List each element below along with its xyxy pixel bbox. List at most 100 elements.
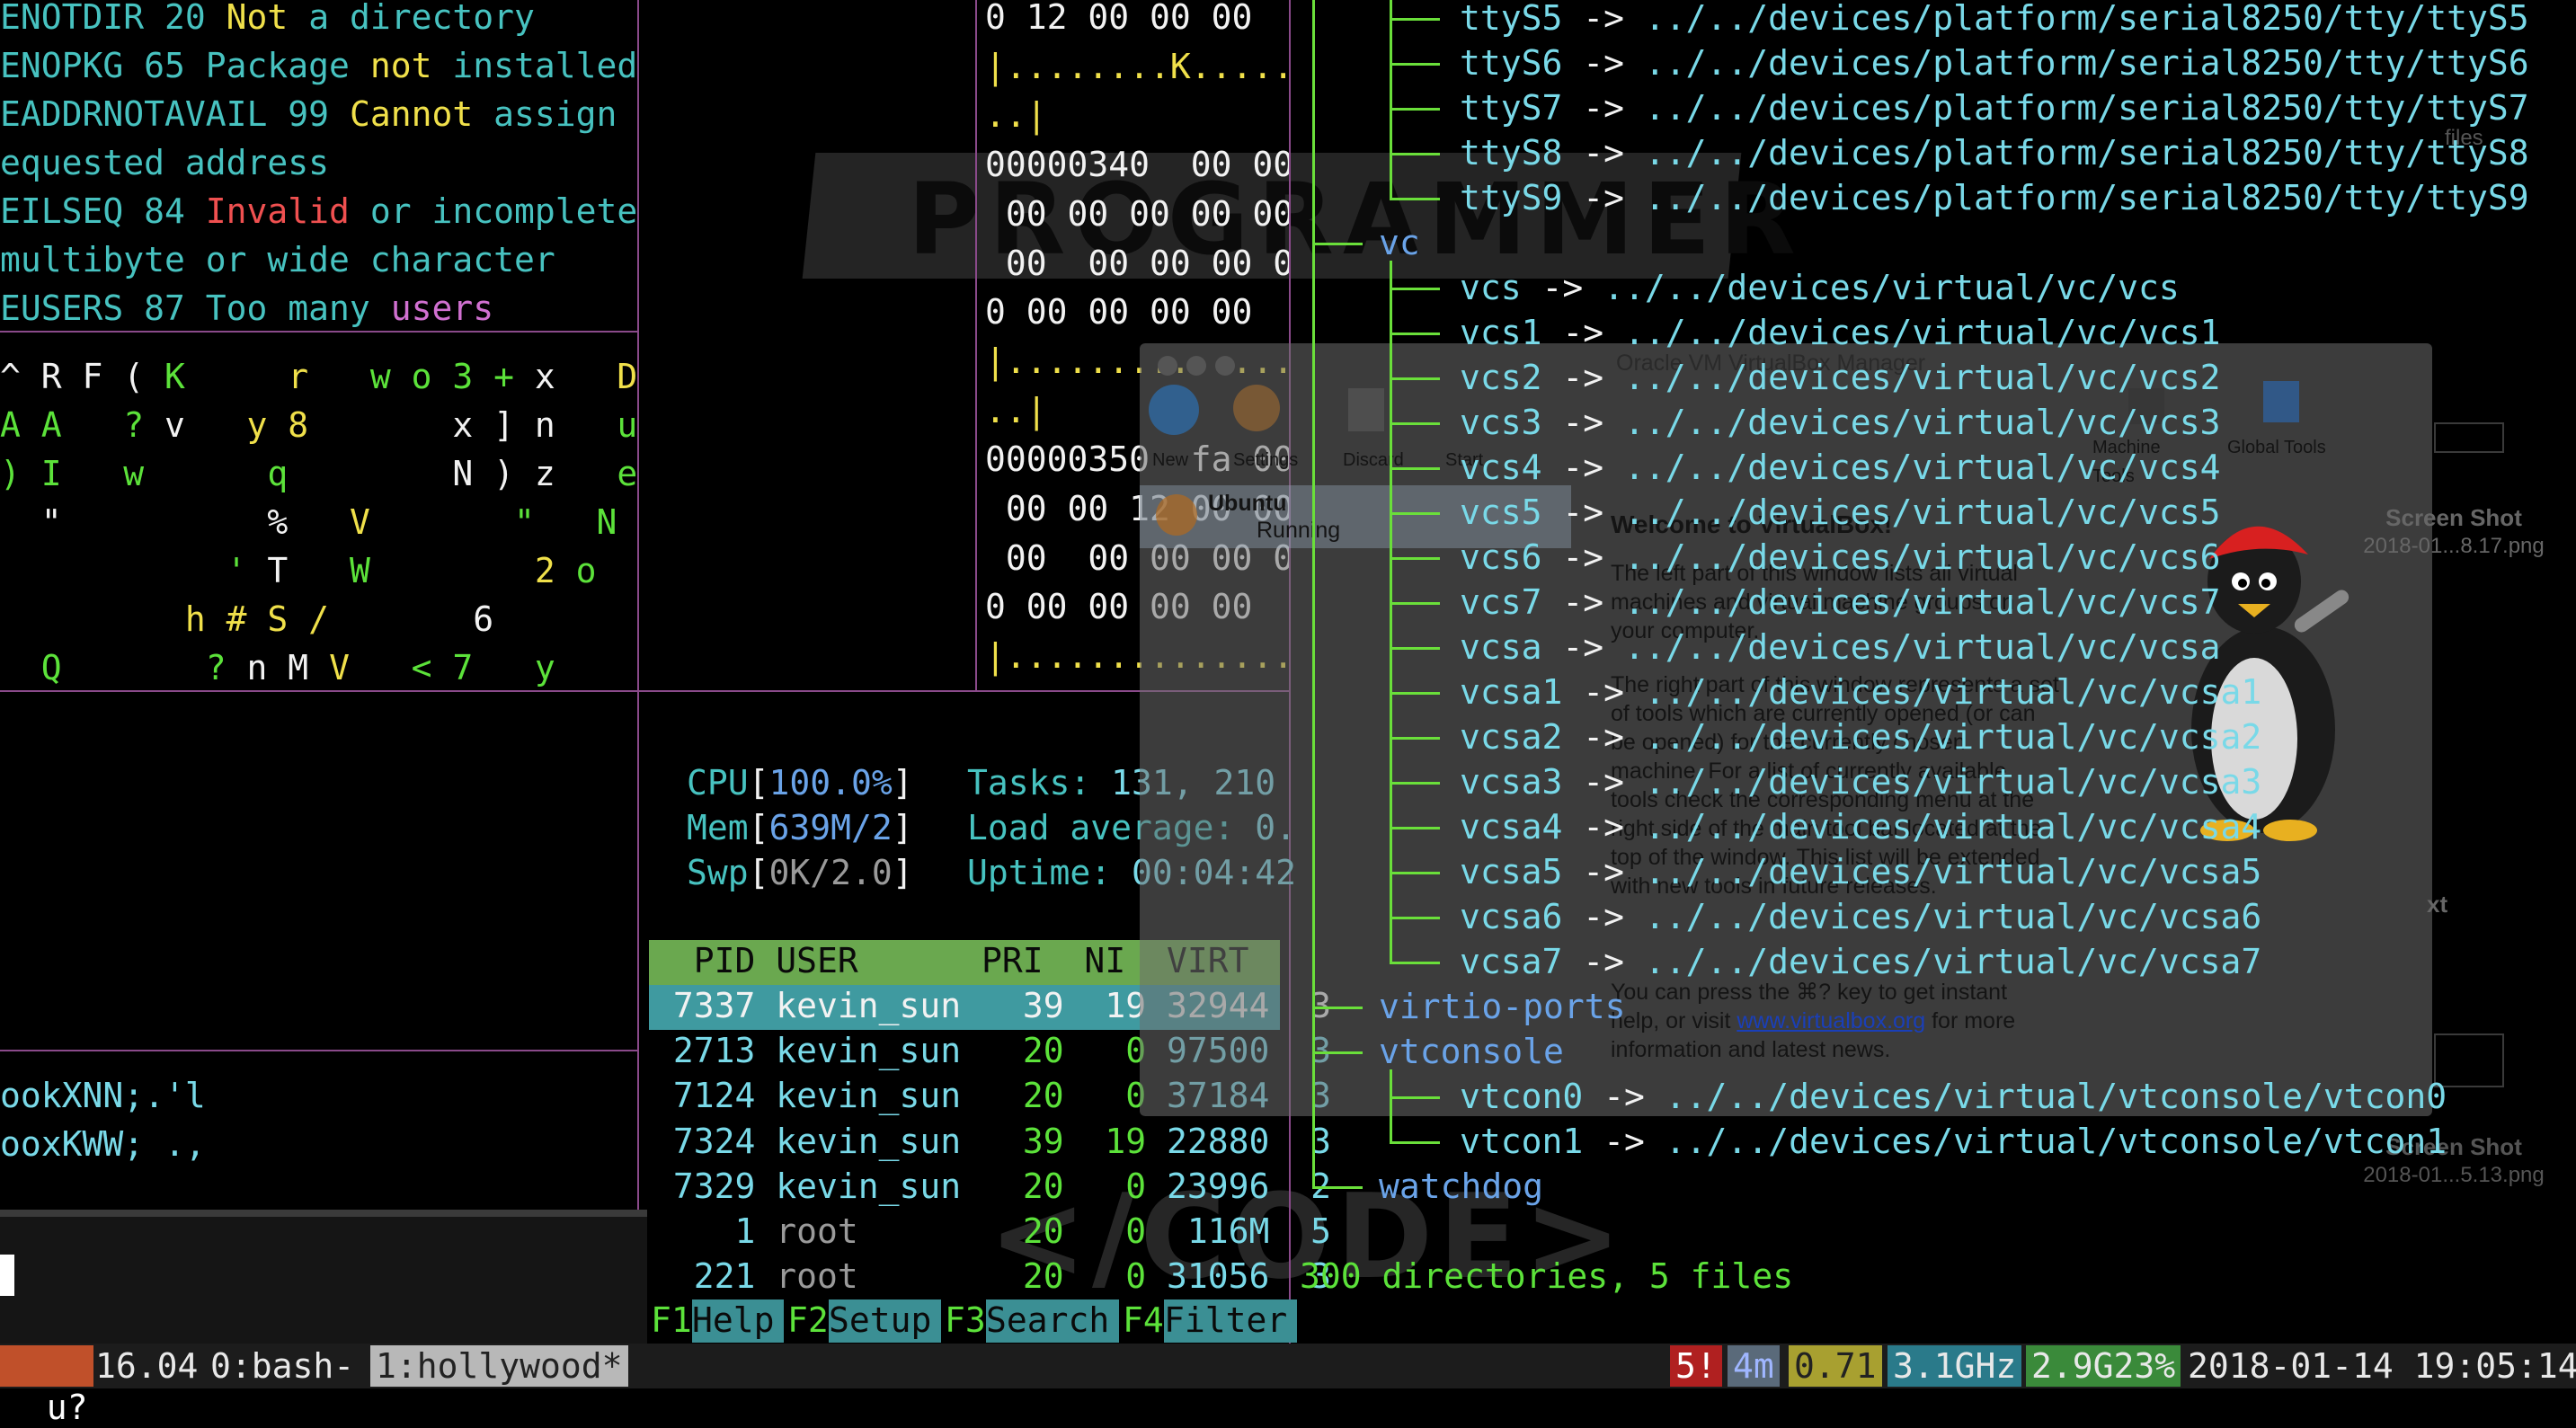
tree-item-vc[interactable]: vcsa7 -> ../../devices/virtual/vc/vcsa7 [1460,939,2261,984]
window-tab-1[interactable]: 1:hollywood* [370,1345,628,1387]
htop-fkey-f4[interactable]: F4 [1123,1298,1164,1343]
tree-item-tty[interactable]: ttyS6 -> ../../devices/platform/serial82… [1460,40,2529,85]
htop-meter-swp: Swp[0K/2.0] [687,850,913,895]
tree-branch-line [1390,827,1440,829]
tree-branch-line [1390,1141,1440,1144]
tree-item-vc[interactable]: vcsa3 -> ../../devices/virtual/vc/vcsa3 [1460,759,2261,804]
tree-branch-line [1390,1069,1392,1141]
tree-item-vtcon[interactable]: vtcon1 -> ../../devices/virtual/vtconsol… [1460,1119,2447,1164]
hexdump-line: |........K..... [985,46,1289,86]
tree-item-tty[interactable]: ttyS8 -> ../../devices/platform/serial82… [1460,130,2529,175]
vbox-minimize-button[interactable] [1186,356,1206,376]
matrix-rain-pane[interactable]: ^ R F ( K r w o 3 + x DA A ? v y 8 x ] n… [0,354,636,687]
tree-item-tty[interactable]: ttyS5 -> ../../devices/platform/serial82… [1460,0,2529,40]
process-pri: 20 [982,1256,1064,1297]
htop-fkey-f1[interactable]: F1 [651,1298,692,1343]
process-user: kevin_sun [776,1076,982,1116]
process-pri: 39 [982,986,1064,1025]
htop-fkey-label[interactable]: Search [986,1298,1109,1343]
vbox-new-icon[interactable] [1149,385,1199,435]
tree-item-vc[interactable]: vcs3 -> ../../devices/virtual/vc/vcs3 [1460,400,2221,445]
tree-item-vc[interactable]: vcs4 -> ../../devices/virtual/vc/vcs4 [1460,445,2221,490]
tree-link-name: ttyS6 [1460,43,1563,83]
htop-fkey-f2[interactable]: F2 [787,1298,829,1343]
errno-text: assign r [493,94,617,134]
window-tab-0[interactable]: 0:bash- [205,1345,360,1387]
errno-text: users [390,288,494,327]
htop-fkey-label[interactable]: Help [692,1298,775,1343]
matrix-text: v [164,405,185,445]
tree-item-vc[interactable]: vcsa -> ../../devices/virtual/vc/vcsa [1460,625,2221,670]
tree-link-target: ../../devices/virtual/vc/vcs [1603,268,2180,307]
matrix-text: " % [0,502,350,542]
matrix-text: ' [0,551,268,590]
tree-item-vc[interactable]: vcsa6 -> ../../devices/virtual/vc/vcsa6 [1460,894,2261,939]
tree-link-target: ../../devices/platform/serial8250/tty/tt… [1644,88,2529,128]
tree-item-vc[interactable]: vcs1 -> ../../devices/virtual/vc/vcs1 [1460,310,2221,355]
tree-link-target: ../../devices/virtual/vtconsole/vtcon0 [1665,1077,2447,1116]
tree-item-tty[interactable]: ttyS7 -> ../../devices/platform/serial82… [1460,85,2529,130]
tree-item-vtcon[interactable]: vtcon0 -> ../../devices/virtual/vtconsol… [1460,1074,2447,1119]
tree-link-name: vcsa5 [1460,852,1563,891]
matrix-text: K [164,357,185,396]
htop-meter-mem: Mem[639M/2] [687,805,913,850]
hexdump-line: 00 00 00 00 0 [985,243,1289,283]
load-badge: 0.71 [1789,1345,1882,1387]
htop-process-row[interactable]: 7324 kevin_sun 39 19 22880 3 [653,1119,1331,1164]
tree-dir-vc[interactable]: vc [1379,220,1420,265]
tree-item-tty[interactable]: ttyS9 -> ../../devices/platform/serial82… [1460,175,2529,220]
tree-branch-line [1390,198,1440,200]
matrix-text: A A ? [0,405,165,445]
tree-item-vc[interactable]: vcs5 -> ../../devices/virtual/vc/vcs5 [1460,490,2221,535]
tree-dir-watchdog[interactable]: watchdog [1379,1164,1543,1209]
vbox-zoom-button[interactable] [1215,356,1235,376]
meter-value: 0K/2.0 [768,853,893,892]
errno-text: a directory [288,0,535,37]
process-user: root [776,1211,982,1251]
tree-link-name: ttyS9 [1460,178,1563,217]
htop-fkey-label[interactable]: Setup [829,1298,931,1343]
errno-text: ENOTDIR 20 [0,0,227,37]
ascii-art-line: ooxKWW; ., [0,1124,206,1164]
alert-count-badge: 5! [1670,1345,1722,1387]
tree-branch-line [1390,108,1440,111]
tree-item-vc[interactable]: vcsa5 -> ../../devices/virtual/vc/vcsa5 [1460,849,2261,894]
tree-dir-vtconsole[interactable]: vtconsole [1379,1029,1564,1074]
shell-pane[interactable] [0,1210,647,1352]
htop-process-row[interactable]: 1 root 20 0 116M 5 [653,1209,1332,1254]
vbox-toolbar-settings[interactable]: Settings [1233,446,1298,475]
htop-fkey-f3[interactable]: F3 [945,1298,986,1343]
session-indicator[interactable]: u? [0,1345,93,1427]
tree-arrow: -> [1562,942,1645,981]
tree-link-target: ../../devices/virtual/vc/vcsa3 [1644,762,2262,802]
tree-item-vc[interactable]: vcsa1 -> ../../devices/virtual/vc/vcsa1 [1460,670,2261,714]
datetime: 2018-01-14 19:05:14 [2188,1346,2576,1386]
tree-item-vc[interactable]: vcs7 -> ../../devices/virtual/vc/vcs7 [1460,580,2221,625]
tree-item-vc[interactable]: vcs -> ../../devices/virtual/vc/vcs [1460,265,2180,310]
process-user: kevin_sun [776,986,982,1025]
tree-dir-virtio-ports[interactable]: virtio-ports [1379,984,1626,1029]
htop-process-row[interactable]: 7329 kevin_sun 20 0 23996 2 [653,1164,1331,1209]
htop-fkey-label[interactable]: Filter [1164,1298,1287,1343]
vbox-close-button[interactable] [1158,356,1177,376]
errno-pane[interactable]: ENOTDIR 20 Not a directory ENOPKG 65 Pack… [0,0,636,327]
ascii-art-pane[interactable]: ookXNN;.'l ooxKWW; ., [0,1073,636,1208]
tree-link-name: vcsa [1460,627,1542,667]
process-ni: 19 [1063,986,1147,1025]
vbox-toolbar-new[interactable]: New [1152,446,1188,475]
tree-arrow: -> [1562,0,1645,38]
tree-arrow: -> [1541,448,1625,487]
htop-process-row[interactable]: 221 root 20 0 31056 3 [653,1254,1331,1299]
tree-item-vc[interactable]: vcsa2 -> ../../devices/virtual/vc/vcsa2 [1460,714,2261,759]
tree-branch-line [1390,333,1440,335]
tree-arrow: -> [1541,582,1625,622]
vbox-settings-icon[interactable] [1233,385,1280,431]
matrix-text: 6 [473,599,494,639]
tree-link-target: ../../devices/platform/serial8250/tty/tt… [1644,133,2529,173]
tree-item-vc[interactable]: vcsa4 -> ../../devices/virtual/vc/vcsa4 [1460,804,2261,849]
process-pri: 20 [982,1166,1064,1206]
matrix-text: V [329,648,350,687]
matrix-text: w o 3 + [369,357,535,396]
tree-item-vc[interactable]: vcs6 -> ../../devices/virtual/vc/vcs6 [1460,535,2221,580]
tree-item-vc[interactable]: vcs2 -> ../../devices/virtual/vc/vcs2 [1460,355,2221,400]
